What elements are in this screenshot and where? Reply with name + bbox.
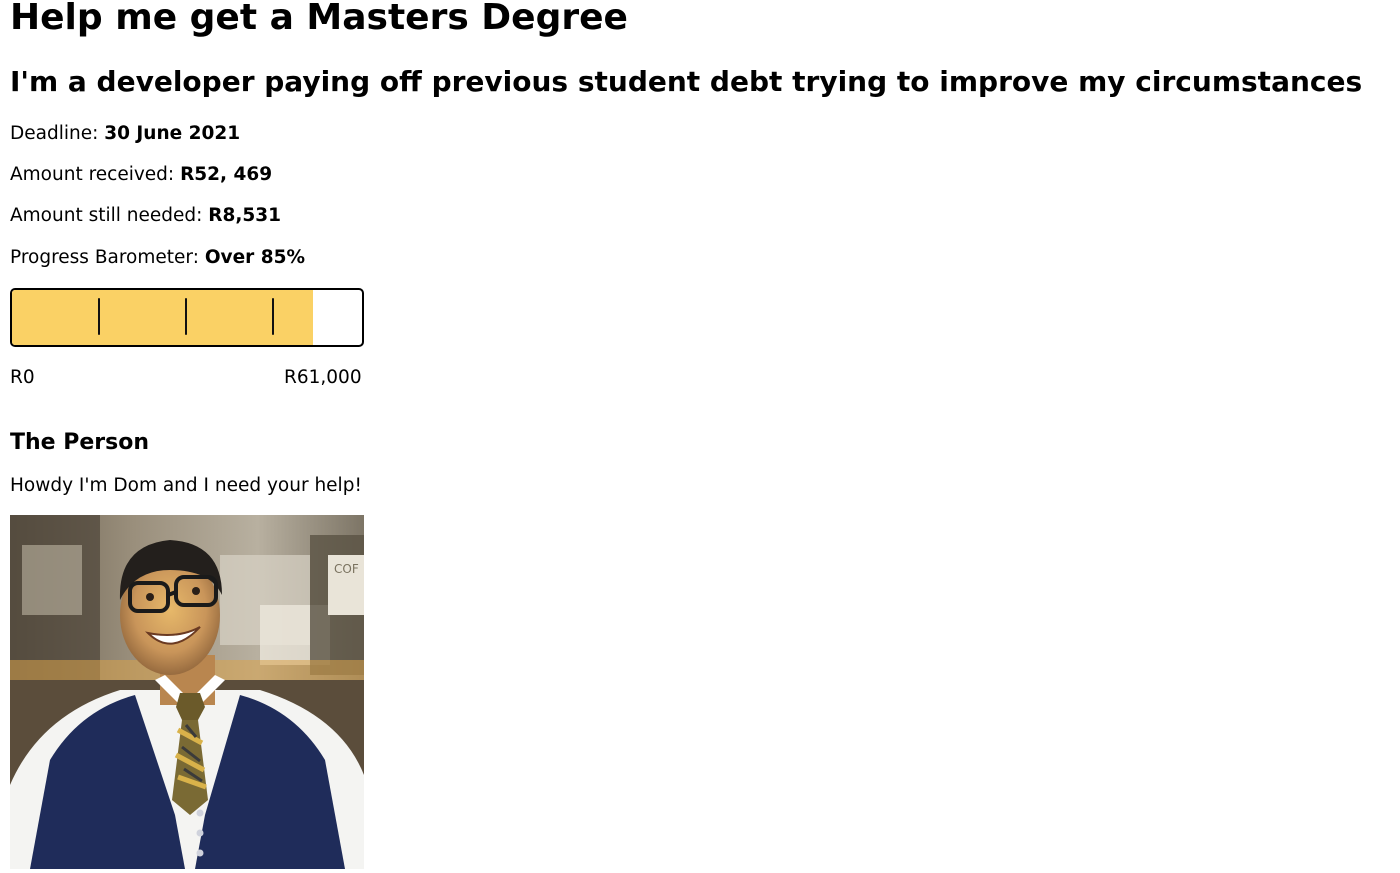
amount-received-label: Amount received: — [10, 164, 175, 185]
progress-row: Progress Barometer: Over 85% — [10, 246, 305, 270]
amount-needed-row: Amount still needed: R8,531 — [10, 204, 281, 228]
deadline-label: Deadline: — [10, 123, 99, 144]
progress-barometer-fill — [12, 290, 313, 345]
person-intro: Howdy I'm Dom and I need your help! — [10, 475, 362, 496]
amount-needed-value: R8,531 — [208, 205, 282, 226]
progress-label: Progress Barometer: — [10, 247, 199, 268]
person-photo: COF — [10, 515, 364, 869]
page-subtitle: I'm a developer paying off previous stud… — [10, 65, 1363, 98]
progress-value: Over 85% — [204, 247, 306, 268]
barometer-min-label: R0 — [10, 367, 35, 388]
barometer-max-label: R61,000 — [284, 367, 362, 388]
barometer-tick — [272, 298, 274, 335]
amount-needed-label: Amount still needed: — [10, 205, 203, 226]
barometer-tick — [185, 298, 187, 335]
deadline-value: 30 June 2021 — [104, 123, 241, 144]
deadline-row: Deadline: 30 June 2021 — [10, 122, 240, 146]
amount-received-row: Amount received: R52, 469 — [10, 163, 272, 187]
progress-barometer — [10, 288, 364, 347]
page-title: Help me get a Masters Degree — [10, 0, 628, 38]
person-heading: The Person — [10, 430, 150, 455]
photo-sign-text: COF — [334, 562, 359, 576]
person-photo-image: COF — [10, 515, 364, 869]
barometer-tick — [98, 298, 100, 335]
amount-received-value: R52, 469 — [180, 164, 273, 185]
